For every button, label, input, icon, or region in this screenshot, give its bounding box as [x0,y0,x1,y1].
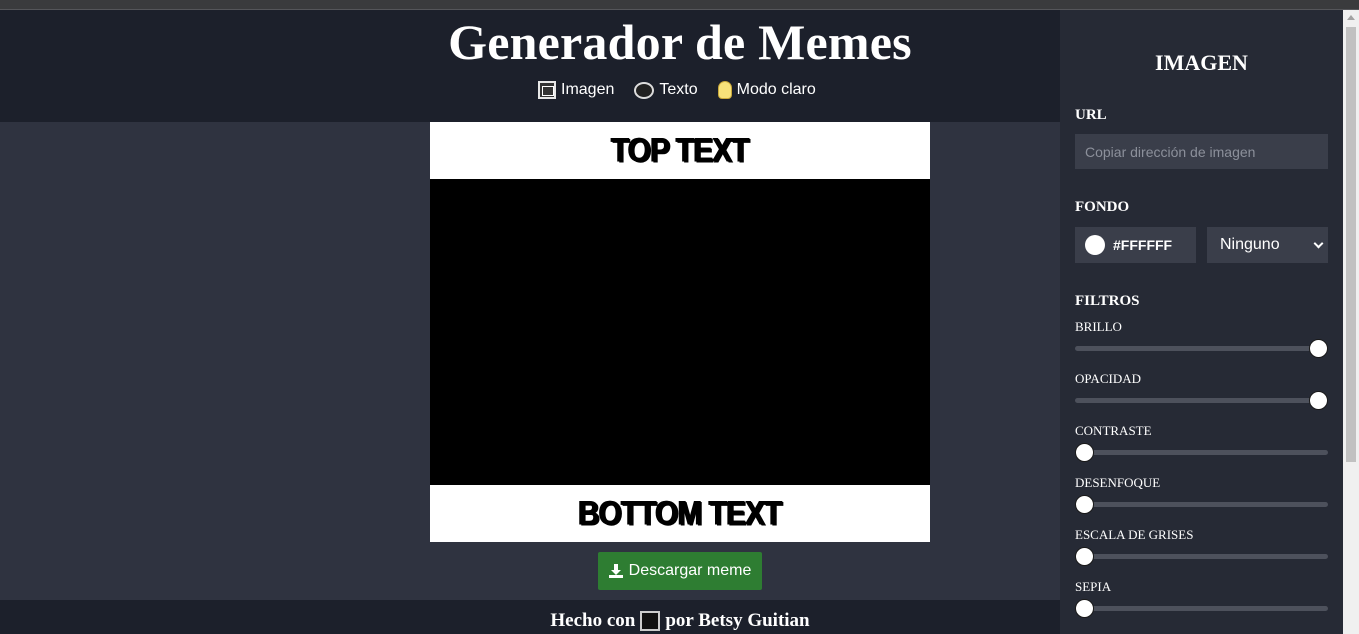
speech-bubble-icon [634,81,655,99]
meme-bottom-text: BOTTOM TEXT [578,493,782,532]
nav-imagen-button[interactable]: Imagen [538,81,614,99]
scrollbar[interactable] [1343,10,1359,634]
fondo-label: FONDO [1075,199,1130,215]
slider-thumb[interactable] [1075,443,1094,462]
main-area: Generador de Memes Imagen Texto Modo cla… [0,10,1060,634]
love-icon [640,611,661,631]
filter-label-sepia: SEPIA [1075,579,1112,594]
slider-thumb[interactable] [1075,547,1094,566]
blend-mode-value: Ninguno [1220,236,1280,253]
download-label: Descargar meme [628,562,752,579]
chevron-down-icon [1313,238,1324,249]
desenfoque-slider[interactable] [1075,495,1328,514]
contraste-slider[interactable] [1075,443,1328,462]
header: Generador de Memes Imagen Texto Modo cla… [0,10,1060,122]
opacidad-slider[interactable] [1075,391,1328,410]
footer-prefix: Hecho con [550,610,636,631]
nav-texto-label: Texto [659,81,698,98]
panel-title: IMAGEN [1155,50,1248,75]
nav-modo-claro-button[interactable]: Modo claro [717,81,816,99]
url-label: URL [1075,107,1107,123]
meme-top-text-box: TOP TEXT [430,122,930,179]
filter-label-escala-de-grises: ESCALA DE GRISES [1075,527,1194,542]
scroll-up-arrow-icon[interactable] [1347,15,1355,20]
nav-modo-claro-label: Modo claro [736,81,816,98]
url-input[interactable] [1075,134,1328,169]
slider-thumb[interactable] [1075,495,1094,514]
blend-mode-select[interactable]: Ninguno [1207,227,1328,263]
nav-texto-button[interactable]: Texto [634,81,698,99]
sepia-slider[interactable] [1075,599,1328,618]
slider-thumb[interactable] [1309,391,1328,410]
slider-thumb[interactable] [1309,339,1328,358]
nav-imagen-label: Imagen [561,81,615,98]
color-swatch [1085,235,1105,255]
image-icon [538,81,556,99]
meme-canvas: TOP TEXT BOTTOM TEXT [430,122,930,542]
filter-label-opacidad: OPACIDAD [1075,371,1141,386]
filtros-label: FILTROS [1075,293,1140,309]
lightbulb-icon [717,81,732,99]
background-color-picker[interactable]: #FFFFFF [1075,227,1196,263]
footer-suffix: por Betsy Guitian [665,610,810,631]
meme-top-text: TOP TEXT [611,130,750,169]
footer: Hecho con por Betsy Guitian [0,600,1060,634]
slider-thumb[interactable] [1075,599,1094,618]
top-nav: Imagen Texto Modo claro [538,77,836,103]
scrollbar-thumb[interactable] [1346,27,1356,462]
browser-top-strip [0,0,1359,10]
download-icon [608,564,623,578]
color-value: #FFFFFF [1113,237,1173,253]
filter-label-contraste: CONTRASTE [1075,423,1152,438]
filter-label-desenfoque: DESENFOQUE [1075,475,1161,490]
filter-label-brillo: BRILLO [1075,319,1122,334]
meme-bottom-text-box: BOTTOM TEXT [430,485,930,542]
image-panel: IMAGEN URL FONDO #FFFFFF Ninguno FILTROS… [1060,10,1343,634]
escala-de-grises-slider[interactable] [1075,547,1328,566]
brillo-slider[interactable] [1075,339,1328,358]
download-meme-button[interactable]: Descargar meme [598,552,762,590]
